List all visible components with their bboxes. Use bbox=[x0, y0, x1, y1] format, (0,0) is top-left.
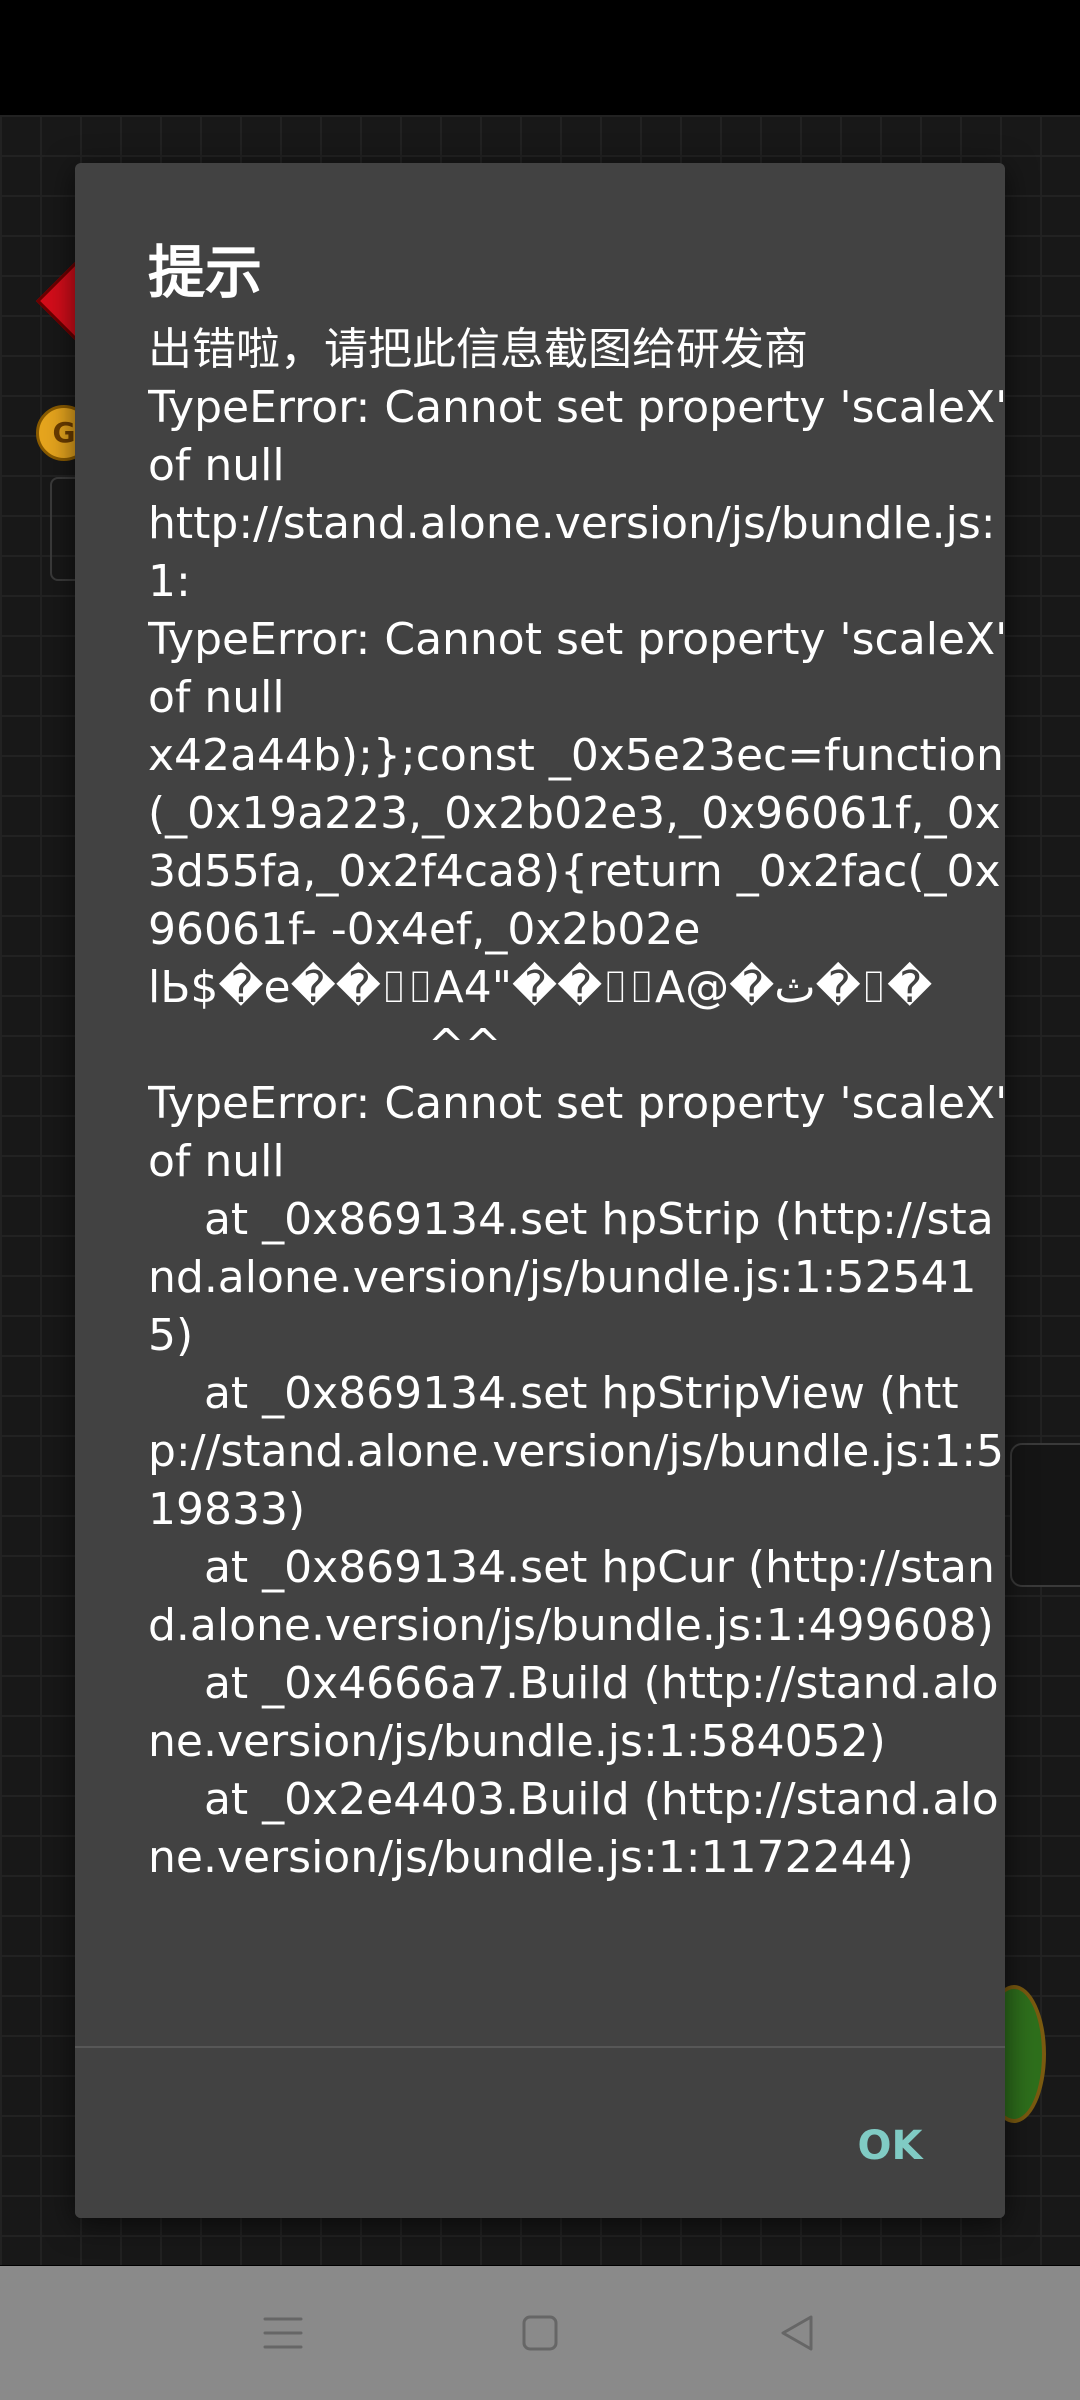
dialog-title: 提示 bbox=[148, 240, 262, 306]
dialog-divider bbox=[75, 2046, 1005, 2048]
navigation-bar bbox=[0, 2266, 1080, 2400]
home-button[interactable] bbox=[480, 2266, 600, 2400]
error-dialog: 提示 出错啦，请把此信息截图给研发商 TypeError: Cannot set… bbox=[75, 163, 1008, 2218]
home-square-icon bbox=[522, 2315, 558, 2351]
back-button[interactable] bbox=[737, 2266, 857, 2400]
menu-icon bbox=[263, 2317, 303, 2349]
dialog-message-scroll[interactable]: 出错啦，请把此信息截图给研发商 TypeError: Cannot set pr… bbox=[148, 321, 1008, 2198]
recent-apps-button[interactable] bbox=[223, 2266, 343, 2400]
error-message: 出错啦，请把此信息截图给研发商 TypeError: Cannot set pr… bbox=[148, 324, 1008, 1883]
back-triangle-icon bbox=[781, 2315, 813, 2351]
ok-button[interactable]: OK bbox=[825, 2103, 955, 2189]
background-side-panel bbox=[1010, 1443, 1080, 1587]
